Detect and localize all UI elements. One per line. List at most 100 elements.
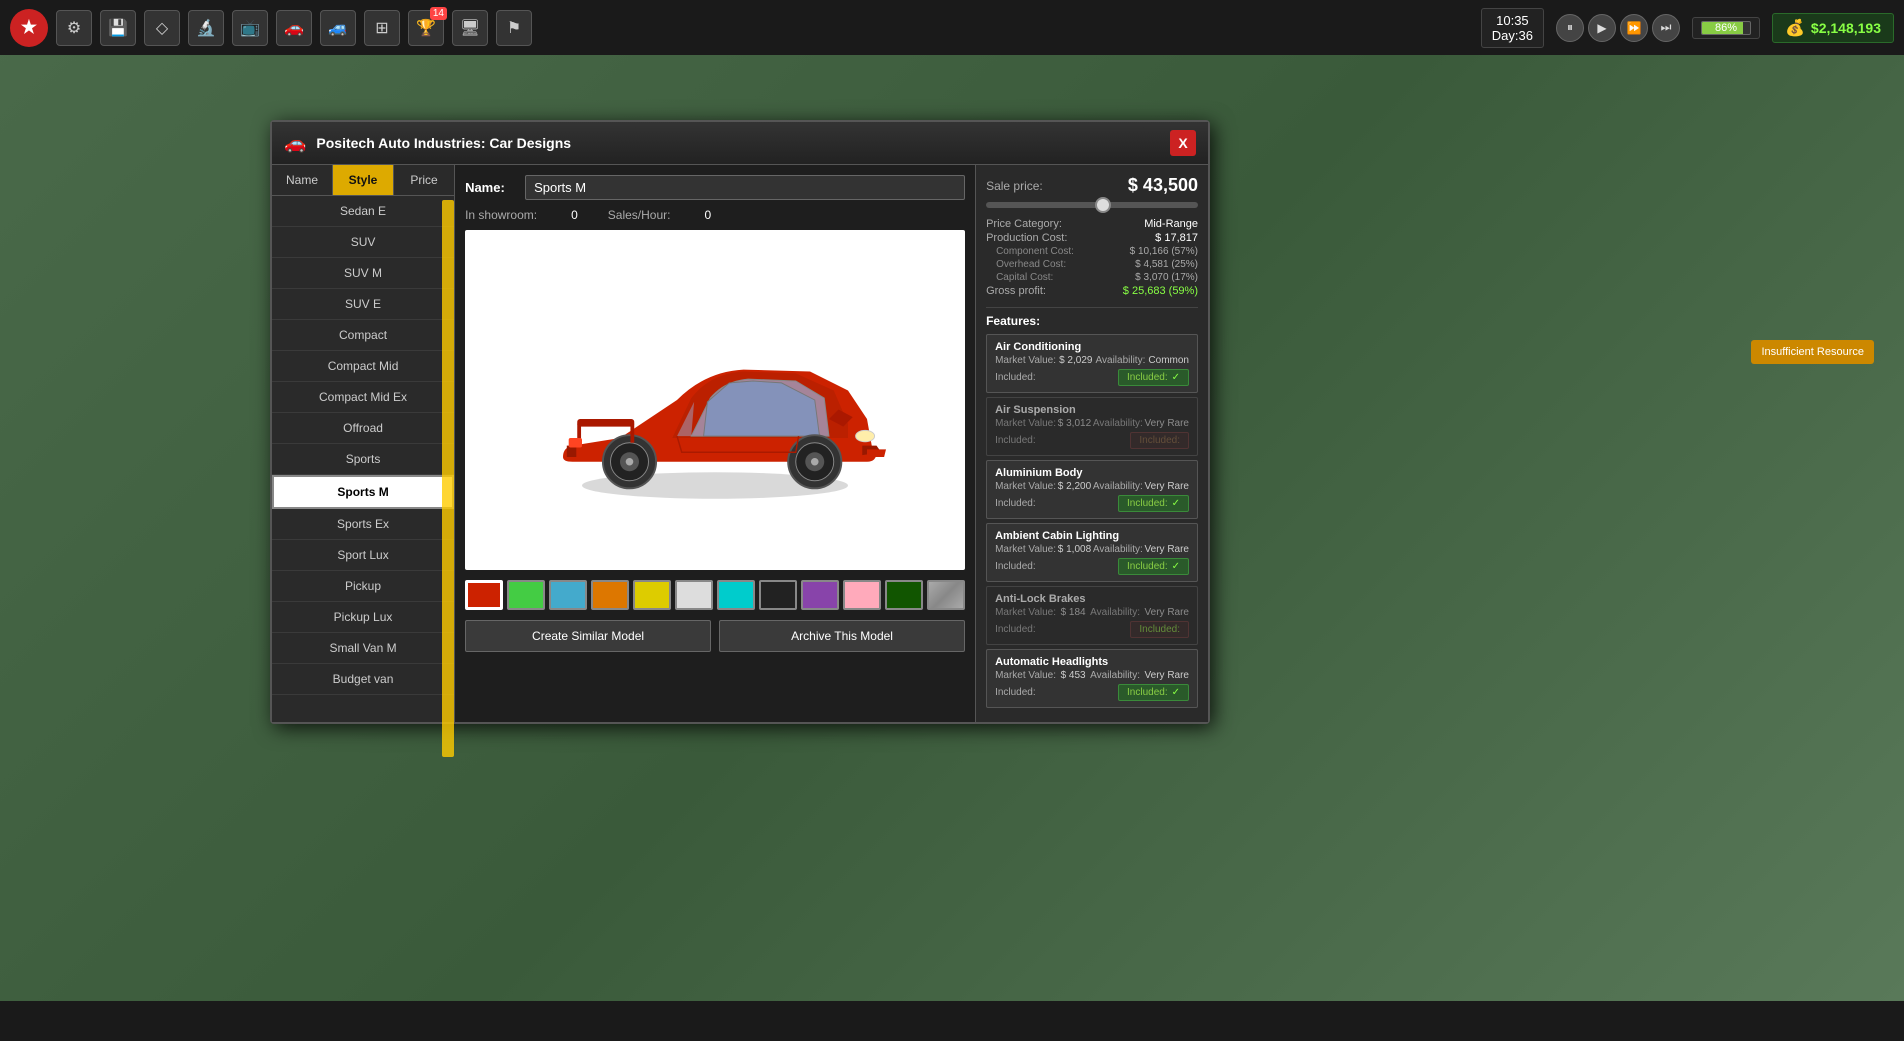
monitor-button[interactable]: 🖥: [452, 10, 488, 46]
dialog-titlebar: 🚗 Positech Auto Industries: Car Designs …: [272, 122, 1208, 165]
list-item-compact[interactable]: Compact: [272, 320, 454, 351]
car2-button[interactable]: 🚙: [320, 10, 356, 46]
fast-forward-button[interactable]: ⏩: [1620, 14, 1648, 42]
color-swatch-darkgreen[interactable]: [885, 580, 923, 610]
color-swatch-chrome[interactable]: [927, 580, 965, 610]
flag-button[interactable]: ⚑: [496, 10, 532, 46]
list-scrollbar[interactable]: [442, 200, 454, 757]
sales-label: Sales/Hour:: [608, 208, 671, 222]
money-value: $2,148,193: [1811, 20, 1881, 36]
feature-acl-avail: Very Rare: [1145, 544, 1189, 555]
research-button[interactable]: 🔬: [188, 10, 224, 46]
create-similar-button[interactable]: Create Similar Model: [465, 620, 711, 652]
list-item-suv[interactable]: SUV: [272, 227, 454, 258]
settings-button[interactable]: ⚙: [56, 10, 92, 46]
dialog-body: Name Style Price Sedan E SUV SUV M SUV E…: [272, 165, 1208, 722]
trophy-button[interactable]: 🏆: [408, 10, 444, 46]
feature-name-auto-headlights: Automatic Headlights: [995, 656, 1189, 668]
sales-value: 0: [704, 208, 711, 222]
color-swatch-cyan[interactable]: [717, 580, 755, 610]
skip-button[interactable]: ⏭: [1652, 14, 1680, 42]
list-item-budget-van[interactable]: Budget van: [272, 664, 454, 695]
list-item-sedan-e[interactable]: Sedan E: [272, 196, 454, 227]
list-item-sport-lux[interactable]: Sport Lux: [272, 540, 454, 571]
list-item-suv-e[interactable]: SUV E: [272, 289, 454, 320]
map-button[interactable]: ◇: [144, 10, 180, 46]
list-item-compact-mid[interactable]: Compact Mid: [272, 351, 454, 382]
list-item-suv-m[interactable]: SUV M: [272, 258, 454, 289]
feature-alb-mv: $ 184: [1061, 607, 1086, 618]
feature-name-air-conditioning: Air Conditioning: [995, 341, 1189, 353]
tab-style[interactable]: Style: [333, 165, 394, 195]
feature-ah-check[interactable]: Included: ✓: [1118, 684, 1189, 701]
car-name-input[interactable]: [525, 175, 965, 200]
feature-ac-check[interactable]: Included: ✓: [1118, 369, 1189, 386]
list-item-small-van-m[interactable]: Small Van M: [272, 633, 454, 664]
feature-ac-avail: Common: [1148, 355, 1189, 366]
list-item-sports-m[interactable]: Sports M: [272, 475, 454, 509]
color-swatch-black[interactable]: [759, 580, 797, 610]
play-button[interactable]: ▶: [1588, 14, 1616, 42]
production-cost-row: Production Cost: $ 17,817: [986, 232, 1198, 244]
battery-fill: 86%: [1701, 21, 1751, 35]
feature-card-ambient-cabin: Ambient Cabin Lighting Market Value: $ 1…: [986, 523, 1198, 582]
price-slider-container[interactable]: [986, 202, 1198, 208]
archive-model-button[interactable]: Archive This Model: [719, 620, 965, 652]
color-swatch-purple[interactable]: [801, 580, 839, 610]
top-bar-right: 10:35 Day:36 ⏸ ▶ ⏩ ⏭ 86% 💰 $2,148,193: [1481, 8, 1894, 48]
showroom-row: In showroom: 0 Sales/Hour: 0: [465, 208, 965, 222]
save-button[interactable]: 💾: [100, 10, 136, 46]
price-slider[interactable]: [986, 202, 1198, 208]
price-category-row: Price Category: Mid-Range: [986, 218, 1198, 230]
gross-label: Gross profit:: [986, 285, 1046, 297]
car1-button[interactable]: 🚗: [276, 10, 312, 46]
grid-button[interactable]: ⊞: [364, 10, 400, 46]
feature-alb-check[interactable]: Included:: [1130, 621, 1189, 638]
feature-card-air-conditioning: Air Conditioning Market Value: $ 2,029 A…: [986, 334, 1198, 393]
name-row: Name:: [465, 175, 965, 200]
price-slider-thumb[interactable]: [1095, 197, 1111, 213]
tab-price[interactable]: Price: [394, 165, 454, 195]
car-designs-dialog: 🚗 Positech Auto Industries: Car Designs …: [270, 120, 1210, 724]
dialog-close-button[interactable]: X: [1170, 130, 1196, 156]
color-swatch-green[interactable]: [507, 580, 545, 610]
tab-name[interactable]: Name: [272, 165, 333, 195]
media-button[interactable]: 📺: [232, 10, 268, 46]
color-swatch-yellow[interactable]: [633, 580, 671, 610]
feature-acl-mv: $ 1,008: [1058, 544, 1091, 555]
color-swatch-white[interactable]: [675, 580, 713, 610]
feature-ab-check[interactable]: Included: ✓: [1118, 495, 1189, 512]
component-label: Component Cost:: [986, 246, 1074, 257]
feature-alb-avail: Very Rare: [1145, 607, 1189, 618]
list-item-sports-ex[interactable]: Sports Ex: [272, 509, 454, 540]
battery-bar: 86%: [1692, 17, 1760, 39]
feature-name-anti-lock: Anti-Lock Brakes: [995, 593, 1189, 605]
list-item-sports[interactable]: Sports: [272, 444, 454, 475]
list-item-offroad[interactable]: Offroad: [272, 413, 454, 444]
sale-price-label: Sale price:: [986, 179, 1043, 193]
feature-ah-avail: Very Rare: [1145, 670, 1189, 681]
day-value: Day:36: [1492, 28, 1533, 43]
feature-included-row-ab: Included: Included: ✓: [995, 495, 1189, 512]
feature-name-ambient-cabin: Ambient Cabin Lighting: [995, 530, 1189, 542]
feature-row-ah: Market Value: $ 453 Availability: Very R…: [995, 670, 1189, 681]
feature-name-aluminium-body: Aluminium Body: [995, 467, 1189, 479]
color-swatch-red[interactable]: [465, 580, 503, 610]
component-value: $ 10,166 (57%): [1130, 246, 1198, 257]
pause-button[interactable]: ⏸: [1556, 14, 1584, 42]
list-item-compact-mid-ex[interactable]: Compact Mid Ex: [272, 382, 454, 413]
feature-as-check[interactable]: Included:: [1130, 432, 1189, 449]
color-swatch-orange[interactable]: [591, 580, 629, 610]
overhead-label: Overhead Cost:: [986, 259, 1066, 270]
price-category-value: Mid-Range: [1144, 218, 1198, 230]
feature-card-auto-headlights: Automatic Headlights Market Value: $ 453…: [986, 649, 1198, 708]
list-item-pickup-lux[interactable]: Pickup Lux: [272, 602, 454, 633]
car-list-items: Sedan E SUV SUV M SUV E Compact Compact …: [272, 196, 454, 722]
list-item-pickup[interactable]: Pickup: [272, 571, 454, 602]
color-swatch-pink[interactable]: [843, 580, 881, 610]
feature-card-anti-lock: Anti-Lock Brakes Market Value: $ 184 Ava…: [986, 586, 1198, 645]
dialog-icon: 🚗: [284, 133, 306, 154]
color-swatch-lightblue[interactable]: [549, 580, 587, 610]
feature-acl-check[interactable]: Included: ✓: [1118, 558, 1189, 575]
action-row: Create Similar Model Archive This Model: [465, 620, 965, 652]
